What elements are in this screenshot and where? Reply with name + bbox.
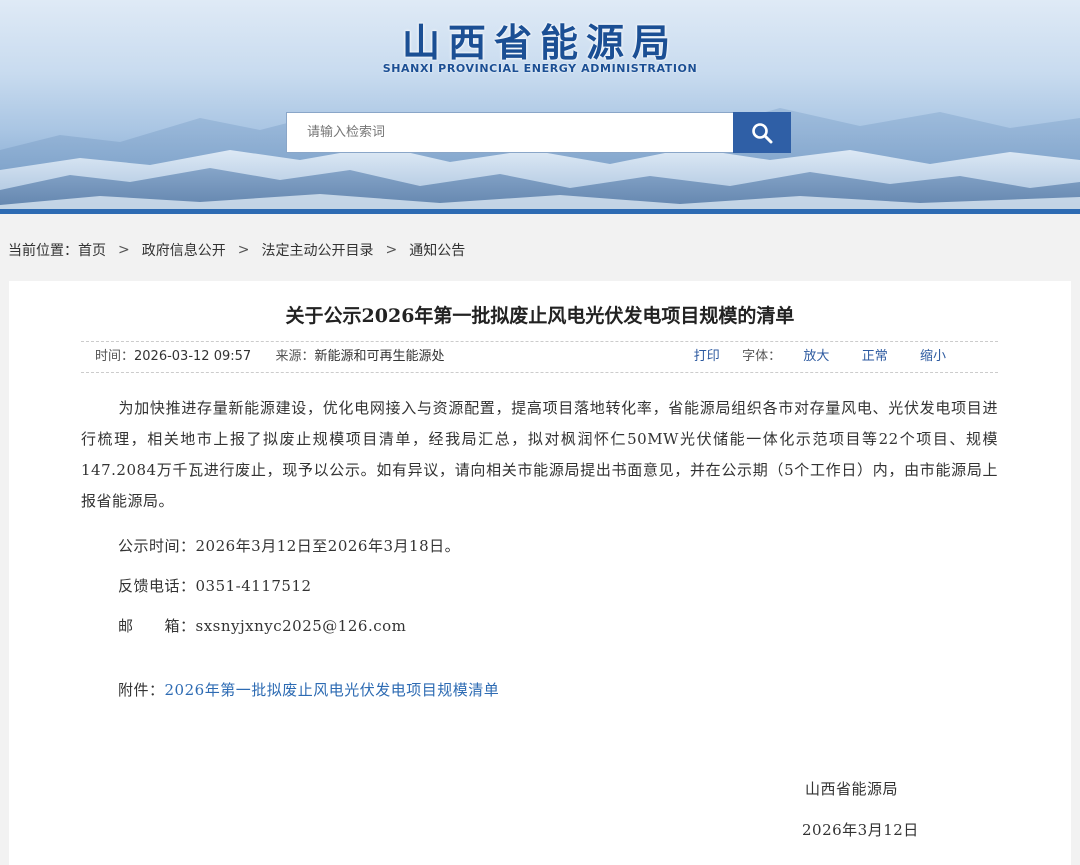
search-button[interactable] <box>733 112 791 153</box>
breadcrumb-catalog[interactable]: 法定主动公开目录 <box>261 240 373 260</box>
breadcrumb-notices[interactable]: 通知公告 <box>409 240 465 260</box>
source-label: 来源： <box>275 349 315 364</box>
site-logo-title[interactable]: 山西省能源局 <box>0 12 1080 67</box>
site-logo-subtitle: SHANXI PROVINCIAL ENERGY ADMINISTRATION <box>382 62 698 75</box>
breadcrumb-prefix: 当前位置： <box>8 243 78 259</box>
header-divider <box>0 209 1080 214</box>
print-button[interactable]: 打印 <box>694 349 720 364</box>
article-container: 关于公示2026年第一批拟废止风电光伏发电项目规模的清单 时间：2026-03-… <box>9 281 1071 865</box>
signature-org: 山西省能源局 <box>805 780 899 798</box>
breadcrumb-separator: > <box>237 242 250 258</box>
breadcrumb: 当前位置： 首页 > 政府信息公开 > 法定主动公开目录 > 通知公告 <box>8 240 465 260</box>
article-title: 关于公示2026年第一批拟废止风电光伏发电项目规模的清单 <box>285 305 795 327</box>
font-small-button[interactable]: 缩小 <box>920 349 946 364</box>
font-large-button[interactable]: 放大 <box>803 349 829 364</box>
attachment-link[interactable]: 2026年第一批拟废止风电光伏发电项目规模清单 <box>165 681 500 699</box>
time-label: 时间： <box>95 349 135 364</box>
font-size-label: 字体： <box>742 349 782 364</box>
time-value: 2026-03-12 09:57 <box>134 349 252 364</box>
feedback-email: 邮 箱：sxsnyjxnyc2025@126.com <box>118 617 407 635</box>
breadcrumb-separator: > <box>385 242 398 258</box>
article-meta-bar: 时间：2026-03-12 09:57 来源：新能源和可再生能源处 打印 字体：… <box>81 341 998 373</box>
article-body: 为加快推进存量新能源建设，优化电网接入与资源配置，提高项目落地转化率，省能源局组… <box>81 393 998 706</box>
font-normal-button[interactable]: 正常 <box>862 349 888 364</box>
publicity-period: 公示时间：2026年3月12日至2026年3月18日。 <box>118 537 461 555</box>
article-paragraph: 为加快推进存量新能源建设，优化电网接入与资源配置，提高项目落地转化率，省能源局组… <box>81 399 998 510</box>
source-value: 新能源和可再生能源处 <box>314 349 445 364</box>
attachment-line: 附件：2026年第一批拟废止风电光伏发电项目规模清单 <box>81 675 998 706</box>
attachment-label: 附件： <box>118 681 165 699</box>
breadcrumb-separator: > <box>118 242 130 258</box>
breadcrumb-gov-info[interactable]: 政府信息公开 <box>142 240 226 260</box>
site-header: 山西省能源局 SHANXI PROVINCIAL ENERGY ADMINIST… <box>0 0 1080 211</box>
search-icon <box>752 122 773 143</box>
signature-date: 2026年3月12日 <box>802 821 919 839</box>
breadcrumb-home[interactable]: 首页 <box>78 240 106 260</box>
feedback-phone: 反馈电话：0351-4117512 <box>118 577 312 595</box>
search-input[interactable] <box>286 112 734 153</box>
